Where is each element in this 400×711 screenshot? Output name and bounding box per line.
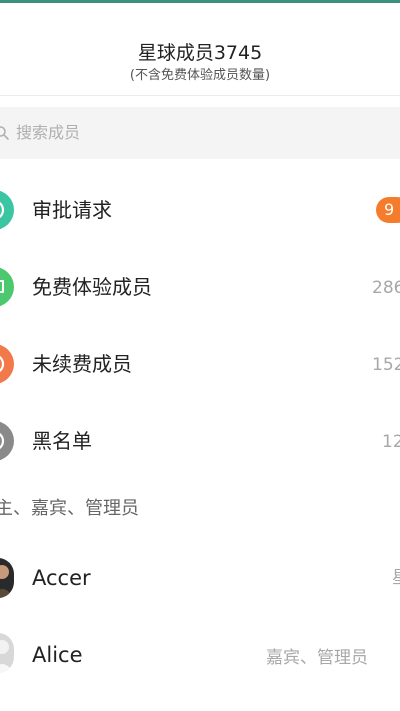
member-name: Alice — [32, 643, 83, 667]
category-count: 152 — [372, 355, 400, 375]
category-row-unrenewed[interactable]: 未续费成员 152 — [0, 326, 400, 403]
category-row-approval[interactable]: 审批请求 9 — [0, 172, 400, 249]
avatar — [0, 633, 14, 673]
category-row-free-trial[interactable]: 免费体验成员 286 — [0, 249, 400, 326]
category-label: 未续费成员 — [32, 352, 132, 376]
category-row-blacklist[interactable]: 黑名单 12 — [0, 403, 400, 480]
page-subtitle: (不含免费体验成员数量) — [129, 68, 271, 83]
search-placeholder: 搜索成员 — [16, 123, 81, 142]
approval-count-badge: 9 — [376, 197, 400, 223]
member-role: 嘉宾、管理员 — [266, 648, 368, 668]
search-icon — [0, 125, 10, 141]
chat-heart-icon — [0, 267, 14, 307]
search-input[interactable]: 搜索成员 — [0, 107, 400, 159]
member-row[interactable]: Accer 星 — [0, 540, 400, 617]
member-row[interactable]: Alice 嘉宾、管理员 — [0, 617, 400, 694]
avatar — [0, 558, 14, 598]
category-label: 黑名单 — [32, 429, 92, 453]
category-label: 审批请求 — [32, 198, 112, 222]
block-icon — [0, 421, 14, 461]
category-count: 286 — [372, 278, 400, 298]
check-circle-icon — [0, 190, 14, 230]
category-count: 12 — [382, 432, 400, 452]
category-label: 免费体验成员 — [32, 275, 152, 299]
page-header: 星球成员3745 (不含免费体验成员数量) — [0, 3, 400, 96]
member-role: 星 — [392, 567, 400, 589]
member-name: Accer — [32, 566, 91, 590]
section-header: 主、嘉宾、管理员 — [0, 498, 139, 519]
clock-icon — [0, 344, 14, 384]
page-title: 星球成员3745 — [137, 42, 263, 64]
